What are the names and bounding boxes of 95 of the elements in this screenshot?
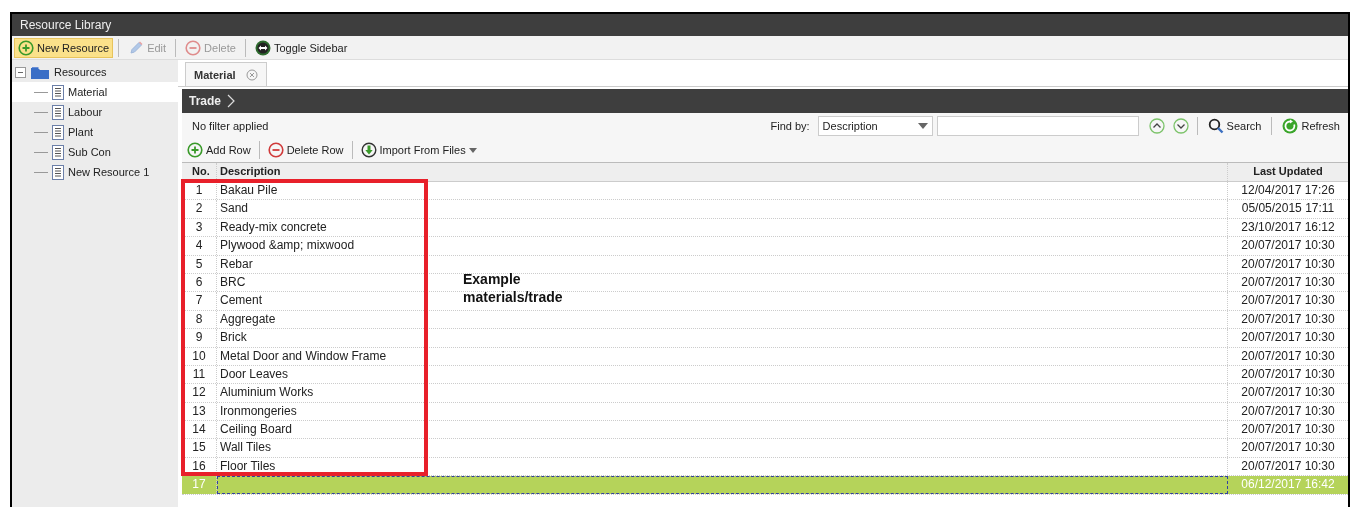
find-by-dropdown[interactable]: Description	[817, 115, 933, 136]
toolbar-button[interactable]: New Resource	[14, 37, 114, 58]
breadcrumb-item[interactable]: Trade	[189, 94, 221, 108]
tab[interactable]: Material	[185, 62, 267, 86]
table-cell-text: 20/07/2017 10:30	[1240, 457, 1336, 475]
cell-editor[interactable]	[217, 476, 1228, 494]
pencil-icon	[128, 39, 145, 56]
document-icon	[52, 144, 64, 160]
table-cell: 4	[182, 237, 217, 255]
document-icon	[52, 124, 64, 140]
tree-item[interactable]: Material	[12, 82, 178, 102]
toolbar-button[interactable]: Toggle Sidebar	[250, 37, 352, 58]
table-cell: 14	[182, 421, 217, 439]
document-icon	[52, 84, 64, 100]
table-cell: 12	[182, 384, 217, 402]
table-cell-text: 20/07/2017 10:30	[1240, 273, 1336, 291]
table-cell: Metal Door and Window Frame	[217, 347, 1228, 365]
table-cell-text: 20/07/2017 10:30	[1240, 365, 1336, 383]
table-cell-text: 20/07/2017 10:30	[1240, 310, 1336, 328]
table-cell-text: 20/07/2017 10:30	[1240, 439, 1336, 457]
caret-icon	[917, 122, 928, 129]
window-title: Resource Library	[12, 14, 1348, 36]
up-chevron-circle-icon[interactable]	[1148, 117, 1165, 134]
document-icon	[52, 164, 64, 180]
grid-toolbar-button[interactable]: Add Row	[183, 140, 255, 160]
table-cell-text: 20/07/2017 10:30	[1240, 329, 1336, 347]
down-arrow-circle-icon	[360, 142, 377, 158]
table-cell: 9	[182, 329, 217, 347]
annotation-text: Example materials/trade	[463, 270, 563, 306]
table-cell: Rebar	[217, 255, 1228, 273]
table-cell: Ready-mix concrete	[217, 218, 1228, 237]
table-cell-text: 20/07/2017 10:30	[1240, 237, 1336, 255]
table-cell: 6	[182, 273, 217, 292]
table-cell: 7	[182, 292, 217, 310]
column-header[interactable]: Description	[217, 163, 1228, 181]
chevron-right-icon	[227, 94, 235, 108]
plus-circle-icon	[187, 142, 203, 158]
search-button[interactable]: Search	[1203, 115, 1266, 136]
double-arrow-circle-icon	[254, 39, 271, 56]
table-cell: 3	[182, 218, 217, 237]
grid-toolbar-button[interactable]: Delete Row	[263, 140, 348, 160]
table-cell-text: 20/07/2017 10:30	[1240, 255, 1336, 273]
table-cell: 17	[182, 476, 217, 494]
table-cell-text: 20/07/2017 10:30	[1240, 292, 1336, 310]
collapse-toggle-icon[interactable]	[15, 66, 26, 78]
close-icon[interactable]	[245, 68, 258, 81]
grid-toolbar-button[interactable]: Import From Files	[356, 140, 481, 160]
table-cell: Plywood &amp; mixwood	[217, 237, 1228, 255]
table-cell-text: 05/05/2015 17:11	[1240, 200, 1336, 218]
tree-item[interactable]: Labour	[12, 102, 178, 122]
refresh-button[interactable]: Refresh	[1278, 115, 1344, 136]
tree-item[interactable]: New Resource 1	[12, 162, 178, 182]
table-cell: 8	[182, 310, 217, 329]
tree-item[interactable]: Resources	[54, 66, 107, 78]
table-cell: Door Leaves	[217, 365, 1228, 384]
table-cell: 15	[182, 439, 217, 457]
tree-item[interactable]: Sub Con	[12, 142, 178, 162]
document-icon	[52, 104, 64, 120]
table-cell: Aluminium Works	[217, 384, 1228, 402]
table-cell: 16	[182, 457, 217, 476]
table-cell-text: 20/07/2017 10:30	[1240, 402, 1336, 420]
table-cell-text: 20/07/2017 10:30	[1240, 347, 1336, 365]
table-cell: 2	[182, 200, 217, 218]
table-cell: 11	[182, 365, 217, 384]
table-cell: Floor Tiles	[217, 457, 1228, 476]
table-cell-text: 20/07/2017 10:30	[1240, 421, 1336, 439]
table-cell-text: 20/07/2017 10:30	[1240, 384, 1336, 402]
caret-icon	[468, 147, 477, 153]
table-cell: 10	[182, 347, 217, 365]
column-header[interactable]: Last Updated	[1228, 163, 1348, 181]
table-cell: Brick	[217, 329, 1228, 347]
table-cell: Aggregate	[217, 310, 1228, 329]
table-cell: 1	[182, 182, 217, 200]
tree-item[interactable]: Plant	[12, 122, 178, 142]
down-chevron-circle-icon[interactable]	[1172, 117, 1189, 134]
table-cell: Ceiling Board	[217, 421, 1228, 439]
minus-circle-icon	[185, 39, 202, 56]
minus-circle-icon	[267, 142, 284, 158]
search-icon	[1207, 117, 1224, 134]
table-cell: Wall Tiles	[217, 439, 1228, 457]
find-by-label: Find by:	[770, 119, 810, 132]
table-cell-text: 12/04/2017 17:26	[1240, 182, 1336, 199]
table-cell-text: 23/10/2017 16:12	[1240, 218, 1336, 236]
table-cell: 06/12/2017 16:42	[1228, 476, 1348, 494]
plus-circle-icon	[18, 39, 34, 56]
column-header[interactable]: No.	[182, 163, 217, 181]
filter-status: No filter applied	[192, 119, 270, 132]
table-cell: Ironmongeries	[217, 402, 1228, 421]
table-cell: Bakau Pile	[217, 182, 1228, 200]
search-field[interactable]	[936, 115, 1139, 136]
table-cell: 5	[182, 255, 217, 273]
folder-icon	[30, 64, 50, 80]
table-cell: 13	[182, 402, 217, 421]
table-cell: Sand	[217, 200, 1228, 218]
refresh-icon	[1282, 117, 1299, 134]
